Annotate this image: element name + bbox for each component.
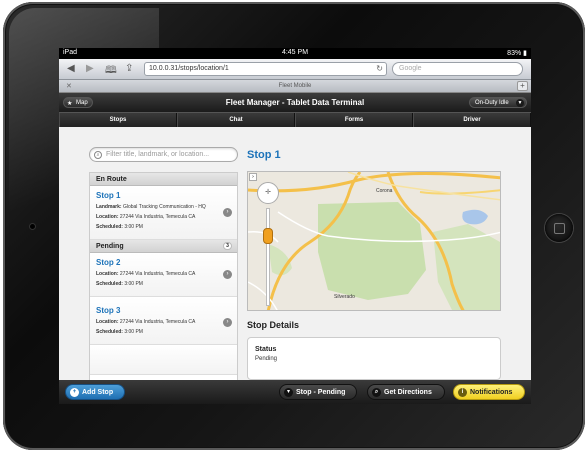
notifications-button[interactable]: i Notifications <box>453 384 525 400</box>
map-label-silverado: Silverado <box>334 294 355 300</box>
stop-details-heading: Stop Details <box>247 320 300 330</box>
pending-label: Pending <box>96 243 124 250</box>
bookmarks-icon[interactable]: 🕮 <box>105 63 117 80</box>
stop-scheduled: Scheduled: 3:00 PM <box>96 281 143 287</box>
status-value: Pending <box>255 356 278 362</box>
battery-label: 83% ▮ <box>507 49 527 57</box>
share-icon[interactable]: ⇪ <box>125 63 133 74</box>
stop-name: Stop 1 <box>96 191 121 200</box>
clock: 4:45 PM <box>281 49 309 56</box>
list-item[interactable] <box>90 345 237 375</box>
search-field[interactable]: Google <box>392 62 523 76</box>
search-icon: ⌕ <box>372 388 381 397</box>
home-button[interactable] <box>545 214 573 242</box>
info-icon: i <box>458 388 467 397</box>
stop-name: Stop 2 <box>96 258 121 267</box>
browser-tab-bar: ✕ Fleet Mobile + <box>59 80 531 93</box>
stop-list: En Route Stop 1 Landmark: Global Trackin… <box>89 172 238 380</box>
status-bar: iPad 4:45 PM 83% ▮ <box>59 48 531 59</box>
tab-forms[interactable]: Forms <box>295 113 413 127</box>
back-icon[interactable]: ◀ <box>67 63 75 74</box>
chevron-down-icon: ▾ <box>284 388 293 397</box>
map-label-corona: Corona <box>376 188 393 194</box>
url-field[interactable]: 10.0.0.31/stops/location/1 ↻ <box>144 62 387 76</box>
enroute-label: En Route <box>96 176 127 183</box>
get-directions-label: Get Directions <box>384 389 432 396</box>
chevron-right-icon: › <box>223 318 232 327</box>
filter-placeholder: Filter title, landmark, or location... <box>106 151 210 158</box>
status-card: Status Pending <box>247 337 501 380</box>
add-stop-button[interactable]: + Add Stop <box>65 384 125 400</box>
app-header: ★ Map Fleet Manager - Tablet Data Termin… <box>59 93 531 112</box>
stop-status-label: Stop - Pending <box>296 389 346 396</box>
footer-toolbar: + Add Stop ▾ Stop - Pending ⌕ Get Direct… <box>59 380 531 404</box>
chevron-right-icon: › <box>223 208 232 217</box>
reload-icon[interactable]: ↻ <box>376 64 383 73</box>
main-content: ⌕ Filter title, landmark, or location...… <box>59 127 531 380</box>
forward-icon[interactable]: ▶ <box>86 63 94 74</box>
map-view[interactable]: Corona Silverado › ✛ <box>247 171 501 311</box>
tablet-frame: iPad 4:45 PM 83% ▮ ◀ ▶ 🕮 ⇪ 10.0.0.31/sto… <box>3 2 585 450</box>
chevron-right-icon: › <box>223 270 232 279</box>
nav-tabs: Stops Chat Forms Driver <box>59 112 531 127</box>
search-icon: ⌕ <box>94 151 102 159</box>
stop-location: Location: 27244 Via Industria, Temecula … <box>96 271 196 277</box>
stop-location: Location: 27244 Via Industria, Temecula … <box>96 319 196 325</box>
stop-name: Stop 3 <box>96 306 121 315</box>
notifications-label: Notifications <box>470 389 513 396</box>
camera <box>30 224 35 229</box>
battery-icon: ▮ <box>523 50 527 57</box>
list-item[interactable]: Stop 2 Location: 27244 Via Industria, Te… <box>90 253 237 297</box>
screen: iPad 4:45 PM 83% ▮ ◀ ▶ 🕮 ⇪ 10.0.0.31/sto… <box>59 48 531 404</box>
page-title: Fleet Manager - Tablet Data Terminal <box>225 98 365 107</box>
status-label: Status <box>255 346 277 353</box>
chevron-down-icon: ▼ <box>516 99 524 107</box>
tab-driver[interactable]: Driver <box>413 113 531 127</box>
tab-chat[interactable]: Chat <box>177 113 295 127</box>
stop-landmark: Landmark: Global Tracking Communication … <box>96 204 206 210</box>
list-item[interactable]: Stop 1 Landmark: Global Tracking Communi… <box>90 186 237 240</box>
new-tab-icon[interactable]: + <box>517 81 528 91</box>
browser-toolbar: ◀ ▶ 🕮 ⇪ 10.0.0.31/stops/location/1 ↻ Goo… <box>59 59 531 80</box>
get-directions-button[interactable]: ⌕ Get Directions <box>367 384 445 400</box>
plus-icon: + <box>70 388 79 397</box>
add-stop-label: Add Stop <box>82 389 114 396</box>
duty-status-value: On-Duty Idle <box>475 100 509 106</box>
stop-scheduled: Scheduled: 3:00 PM <box>96 329 143 335</box>
pending-divider: Pending 3 <box>90 240 237 253</box>
map-collapse-icon[interactable]: › <box>249 173 257 181</box>
tab-title[interactable]: Fleet Mobile <box>59 83 531 89</box>
duty-status-select[interactable]: On-Duty Idle ▼ <box>469 97 527 108</box>
map-tiles <box>248 172 500 310</box>
battery-percent: 83% <box>507 50 522 57</box>
enroute-divider: En Route <box>90 173 237 186</box>
pan-control-icon[interactable]: ✛ <box>257 182 279 204</box>
stop-scheduled: Scheduled: 3:00 PM <box>96 224 143 230</box>
filter-input[interactable]: ⌕ Filter title, landmark, or location... <box>89 147 238 162</box>
list-item[interactable]: Stop 3 Location: 27244 Via Industria, Te… <box>90 297 237 345</box>
pending-count-badge: 3 <box>223 242 232 250</box>
stop-status-button[interactable]: ▾ Stop - Pending <box>279 384 357 400</box>
stop-title: Stop 1 <box>247 149 281 161</box>
street-view-icon[interactable] <box>263 228 273 244</box>
zoom-slider[interactable] <box>266 208 270 306</box>
stop-location: Location: 27244 Via Industria, Temecula … <box>96 214 196 220</box>
tab-stops[interactable]: Stops <box>59 113 177 127</box>
url-text: 10.0.0.31/stops/location/1 <box>149 65 229 72</box>
